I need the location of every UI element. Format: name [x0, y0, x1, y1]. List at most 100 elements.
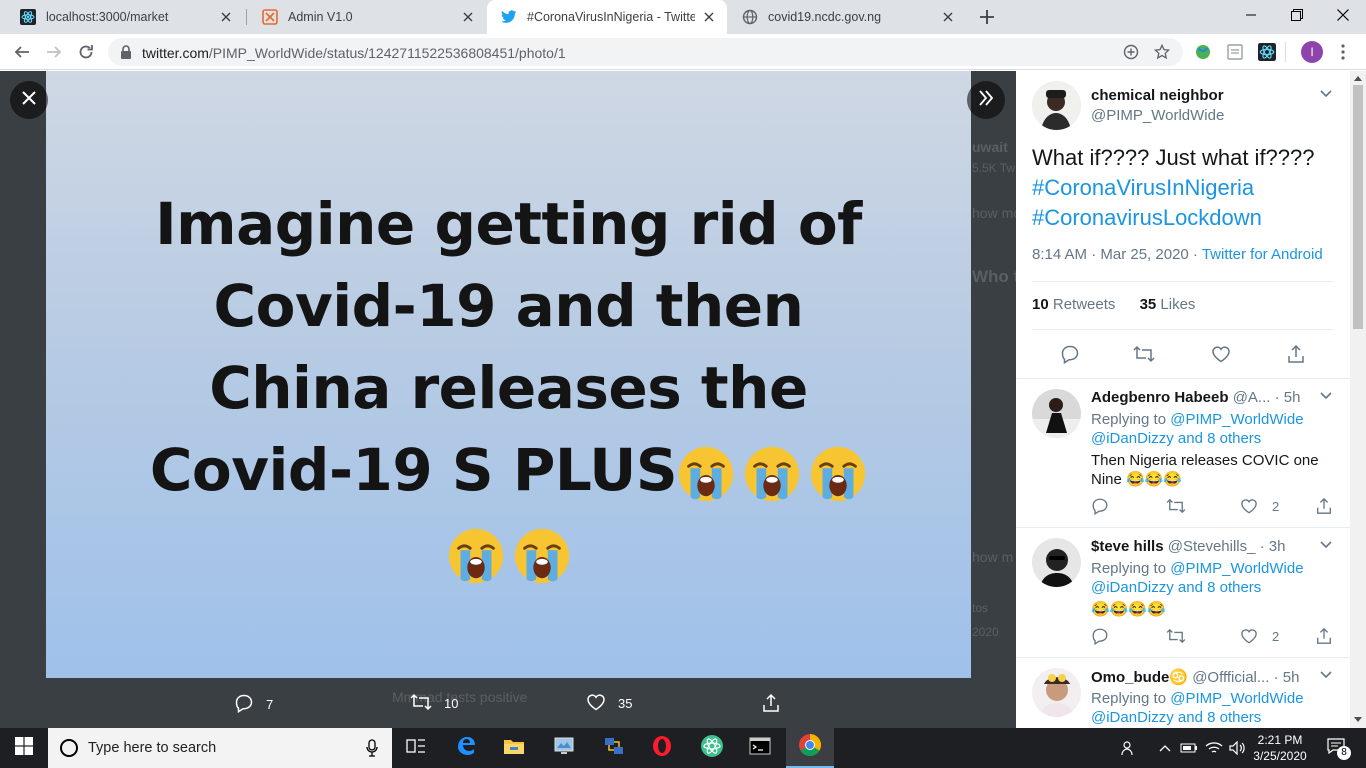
tab-ncdc[interactable]: covid19.ncdc.gov.ng	[728, 0, 966, 34]
tweet-timestamp[interactable]: 8:14 AM · Mar 25, 2020 ·	[1032, 246, 1202, 263]
close-window-button[interactable]	[1320, 0, 1366, 30]
network-app[interactable]	[590, 728, 638, 768]
reply-author-name[interactable]: Adegbenro Habeeb	[1091, 389, 1229, 406]
tweet-photo[interactable]: Imagine getting rid of Covid-19 and then…	[46, 71, 971, 678]
like-button[interactable]	[1210, 343, 1232, 365]
reply-author-name[interactable]: $teve hills	[1091, 538, 1164, 555]
reply-share-button[interactable]	[1315, 497, 1333, 515]
forward-button[interactable]	[40, 38, 68, 66]
reply-item[interactable]: Omo_bude♋ @Offficial... · 5h Replying to…	[1016, 658, 1350, 728]
scroll-down-arrow-icon[interactable]	[1354, 717, 1362, 722]
mention-link[interactable]: @iDanDizzy and 8 others	[1091, 709, 1261, 726]
replying-to-others: @iDanDizzy and 8 others	[1091, 430, 1261, 447]
menu-kebab-icon[interactable]	[1334, 43, 1352, 61]
tweet-body: What if???? Just what if????	[1032, 145, 1315, 170]
tab-close-icon[interactable]	[701, 9, 717, 25]
close-media-button[interactable]	[10, 81, 48, 119]
reply-retweet-button[interactable]	[1166, 498, 1186, 514]
hashtag-link[interactable]: #CoronavirusLockdown	[1032, 203, 1342, 233]
page-viewport: uwait 5.5K Tw how mo Who t how m tos 202…	[0, 71, 1366, 728]
atom-app[interactable]	[688, 728, 736, 768]
tweet-source[interactable]: Twitter for Android	[1202, 246, 1323, 263]
likes-stat[interactable]: 35 Likes	[1140, 296, 1196, 313]
edge-app[interactable]	[442, 728, 490, 768]
chrome-app[interactable]	[786, 728, 834, 768]
mention-link[interactable]: @PIMP_WorldWide	[1170, 411, 1303, 428]
extension-globe-icon[interactable]	[1194, 43, 1212, 61]
share-button[interactable]	[1285, 343, 1307, 365]
start-button[interactable]	[0, 728, 48, 768]
control-panel-app[interactable]	[540, 728, 588, 768]
reload-button[interactable]	[72, 38, 100, 66]
profile-avatar[interactable]: I	[1301, 41, 1323, 63]
retweet-button[interactable]	[1133, 343, 1155, 365]
opera-app[interactable]	[638, 728, 686, 768]
tab-close-icon[interactable]	[218, 9, 234, 25]
bookmark-star-icon[interactable]	[1154, 44, 1170, 60]
crying-face-icon	[811, 446, 866, 501]
terminal-app[interactable]	[736, 728, 784, 768]
mention-link[interactable]: @PIMP_WorldWide	[1170, 690, 1303, 707]
side-panel-scrollbar[interactable]	[1350, 71, 1366, 728]
share-icon	[761, 693, 781, 716]
scrollbar-thumb[interactable]	[1353, 85, 1363, 329]
taskbar-search[interactable]: Type here to search	[48, 728, 392, 768]
react-devtools-icon[interactable]	[1258, 43, 1276, 61]
extension-page-icon[interactable]	[1226, 43, 1244, 61]
hashtag-link[interactable]: #CoronaVirusInNigeria	[1032, 173, 1342, 203]
reply-reply-button[interactable]	[1091, 497, 1109, 515]
chevron-down-icon[interactable]	[1317, 536, 1335, 554]
reply-item[interactable]: Adegbenro Habeeb @A... · 5h Replying to …	[1016, 379, 1350, 528]
chevron-down-icon[interactable]	[1317, 666, 1335, 684]
chevron-down-icon[interactable]	[1317, 85, 1335, 103]
chevron-down-icon[interactable]	[1317, 387, 1335, 405]
action-center-button[interactable]: 8	[1322, 728, 1351, 768]
toggle-sidebar-button[interactable]	[967, 81, 1005, 119]
reply-like-button[interactable]: 2	[1240, 628, 1279, 644]
tab-admin[interactable]: Admin V1.0	[248, 0, 486, 34]
reply-avatar[interactable]	[1032, 538, 1081, 587]
scroll-up-arrow-icon[interactable]	[1354, 76, 1362, 81]
wifi-icon[interactable]	[1204, 728, 1224, 768]
reply-retweet-button[interactable]	[1166, 628, 1186, 644]
microphone-icon[interactable]	[366, 739, 378, 762]
tab-localhost-market[interactable]: localhost:3000/market	[6, 0, 244, 34]
tab-close-icon[interactable]	[940, 9, 956, 25]
reply-like-button[interactable]: 2	[1240, 498, 1279, 514]
reply-share-button[interactable]	[1315, 627, 1333, 645]
author-name[interactable]: chemical neighbor	[1091, 87, 1224, 104]
lock-icon[interactable]	[120, 45, 132, 64]
mention-link[interactable]: @iDanDizzy and 8 others	[1091, 430, 1261, 447]
reply-avatar[interactable]	[1032, 668, 1081, 717]
volume-icon[interactable]	[1228, 728, 1248, 768]
reply-item[interactable]: $teve hills @Stevehills_ · 3h Replying t…	[1016, 528, 1350, 658]
reply-button[interactable]	[1059, 343, 1081, 365]
tray-chevron-up-icon[interactable]	[1156, 728, 1174, 768]
tab-close-icon[interactable]	[460, 9, 476, 25]
retweets-stat[interactable]: 10 Retweets	[1032, 296, 1115, 313]
tab-twitter[interactable]: #CoronaVirusInNigeria - Twitter S	[487, 0, 727, 34]
author-avatar[interactable]	[1032, 81, 1081, 130]
task-view-button[interactable]	[392, 728, 440, 768]
media-like-button[interactable]: 35	[586, 693, 632, 714]
minimize-button[interactable]	[1228, 0, 1274, 30]
file-explorer-app[interactable]	[490, 728, 538, 768]
reply-avatar[interactable]	[1032, 389, 1081, 438]
add-icon[interactable]	[1123, 44, 1139, 60]
replying-prefix: Replying to	[1091, 411, 1171, 428]
new-tab-button[interactable]	[975, 5, 999, 29]
restore-button[interactable]	[1274, 0, 1320, 30]
media-retweet-button[interactable]: 10	[410, 693, 458, 714]
back-button[interactable]	[8, 38, 36, 66]
media-reply-button[interactable]: 7	[234, 693, 273, 716]
reply-reply-button[interactable]	[1091, 627, 1109, 645]
mention-link[interactable]: @PIMP_WorldWide	[1170, 560, 1303, 577]
media-share-button[interactable]	[761, 693, 781, 716]
mention-link[interactable]: @iDanDizzy and 8 others	[1091, 579, 1261, 596]
address-bar[interactable]: twitter.com/PIMP_WorldWide/status/124271…	[108, 38, 1183, 66]
taskbar-clock[interactable]: 2:21 PM 3/25/2020	[1250, 732, 1310, 764]
battery-icon[interactable]	[1179, 728, 1199, 768]
author-handle[interactable]: @PIMP_WorldWide	[1091, 107, 1224, 124]
people-icon[interactable]	[1118, 728, 1140, 768]
reply-author-name[interactable]: Omo_bude♋	[1091, 669, 1188, 686]
